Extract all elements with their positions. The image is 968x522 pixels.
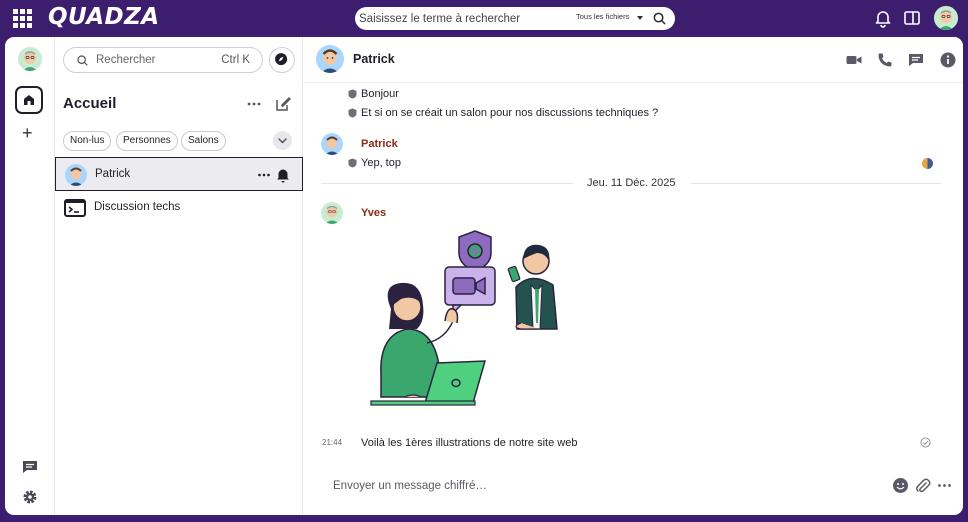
illustration-image[interactable] [361, 225, 601, 417]
threads-icon[interactable] [907, 51, 925, 69]
message-body: Bonjour [361, 88, 399, 100]
search-shortcut-hint: Ctrl K [221, 54, 250, 66]
read-receipt-avatar[interactable] [922, 158, 933, 169]
plus-icon[interactable]: + [22, 123, 33, 144]
filter-rooms-chip[interactable]: Salons [181, 131, 226, 151]
app-logo[interactable]: QUADZA [48, 4, 160, 30]
home-space-button[interactable] [15, 86, 43, 114]
info-icon[interactable] [939, 51, 957, 69]
room-header: Patrick [303, 37, 963, 83]
top-bar: QUADZA Tous les fichiers [0, 0, 968, 37]
chevron-down-icon[interactable] [637, 16, 643, 20]
account-avatar[interactable] [18, 47, 42, 71]
voice-call-icon[interactable] [876, 51, 894, 69]
compose-icon[interactable] [274, 95, 292, 113]
divider [691, 183, 941, 184]
sender-name[interactable]: Yves [361, 207, 386, 219]
more-options-icon[interactable] [245, 95, 263, 113]
side-panel-icon[interactable] [902, 8, 922, 28]
threads-icon[interactable] [21, 458, 39, 476]
more-options-icon[interactable] [255, 166, 273, 184]
user-avatar[interactable] [934, 6, 958, 30]
page-title: Accueil [63, 95, 117, 112]
message-input[interactable] [333, 477, 873, 495]
room-search-button[interactable]: Rechercher Ctrl K [63, 47, 263, 73]
chevron-down-icon [278, 138, 287, 144]
filter-people-chip[interactable]: Personnes [116, 131, 178, 151]
home-icon [24, 95, 34, 105]
search-scope-select[interactable]: Tous les fichiers [576, 12, 629, 21]
filter-unread-chip[interactable]: Non-lus [63, 131, 112, 151]
message-body: Yep, top [361, 157, 401, 169]
chat-area: Patrick Bonjour Et si on se créait un sa… [303, 37, 963, 515]
room-list-sidebar: Rechercher Ctrl K Accueil Non-lus Person… [55, 37, 303, 515]
search-icon[interactable] [652, 11, 667, 26]
global-search-input[interactable] [359, 9, 569, 28]
room-search-placeholder: Rechercher [96, 54, 156, 66]
apps-grid-icon[interactable] [13, 9, 32, 28]
explore-rooms-button[interactable] [269, 47, 295, 73]
expand-filters-button[interactable] [273, 131, 292, 150]
check-circle-icon [920, 437, 931, 448]
shield-icon [348, 158, 357, 168]
message-timestamp: 21:44 [322, 438, 343, 447]
room-list-item[interactable]: Discussion techs [55, 191, 303, 225]
global-search-bar: Tous les fichiers [355, 7, 675, 30]
bell-icon[interactable] [873, 8, 893, 28]
sender-avatar[interactable] [321, 133, 343, 155]
bell-icon[interactable] [274, 166, 292, 184]
room-name: Patrick [95, 168, 131, 180]
shield-icon [348, 108, 357, 118]
search-icon [77, 55, 88, 66]
message-composer [303, 467, 963, 515]
room-list-item[interactable]: Patrick [55, 157, 303, 191]
space-rail: + [5, 37, 55, 515]
divider [321, 183, 573, 184]
attachment-icon[interactable] [914, 477, 931, 494]
message-body: Voilà les 1ères illustrations de notre s… [361, 437, 578, 449]
terminal-icon [64, 199, 86, 217]
shield-icon [348, 89, 357, 99]
video-call-icon[interactable] [845, 51, 863, 69]
avatar [65, 164, 87, 186]
message-body: Et si on se créait un salon pour nos dis… [361, 107, 659, 119]
date-separator: Jeu. 11 Déc. 2025 [587, 177, 676, 189]
more-options-icon[interactable] [936, 477, 953, 494]
room-title[interactable]: Patrick [353, 52, 395, 66]
room-avatar[interactable] [316, 45, 344, 73]
emoji-icon[interactable] [892, 477, 909, 494]
sender-avatar[interactable] [321, 202, 343, 224]
sender-name[interactable]: Patrick [361, 138, 398, 150]
compass-icon [275, 53, 288, 66]
room-name: Discussion techs [94, 201, 181, 213]
main-panel: + Rechercher Ctrl K Accueil Non-lus Pers… [5, 37, 963, 515]
settings-icon[interactable] [21, 488, 39, 506]
